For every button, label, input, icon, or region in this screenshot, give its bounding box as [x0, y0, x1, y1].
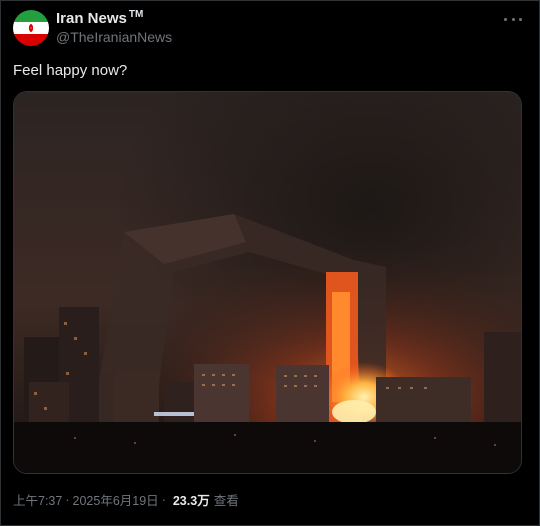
meta-separator: · [161, 492, 166, 507]
trademark-mark: TM [128, 9, 144, 20]
tweet-time[interactable]: 上午7:37 [13, 490, 62, 509]
meta-separator: · [65, 492, 70, 507]
burning-building-photo [14, 92, 521, 473]
author-handle[interactable]: @TheIranianNews [56, 29, 172, 45]
more-options-button[interactable] [504, 12, 522, 26]
tweet-meta: 上午7:37 · 2025年6月19日 · 23.3万 查看 [13, 490, 239, 509]
tweet-date[interactable]: 2025年6月19日 [73, 490, 159, 509]
more-horizontal-icon [504, 17, 507, 21]
view-count[interactable]: 23.3万 [173, 490, 210, 509]
display-name[interactable]: Iran News [56, 10, 127, 27]
tweet-image[interactable] [13, 91, 522, 474]
author-name-row[interactable]: Iran News TM [56, 9, 144, 27]
iran-flag-icon [13, 10, 49, 46]
tweet-text: Feel happy now? [13, 62, 128, 79]
view-count-label: 查看 [213, 494, 239, 508]
avatar[interactable] [13, 10, 49, 46]
